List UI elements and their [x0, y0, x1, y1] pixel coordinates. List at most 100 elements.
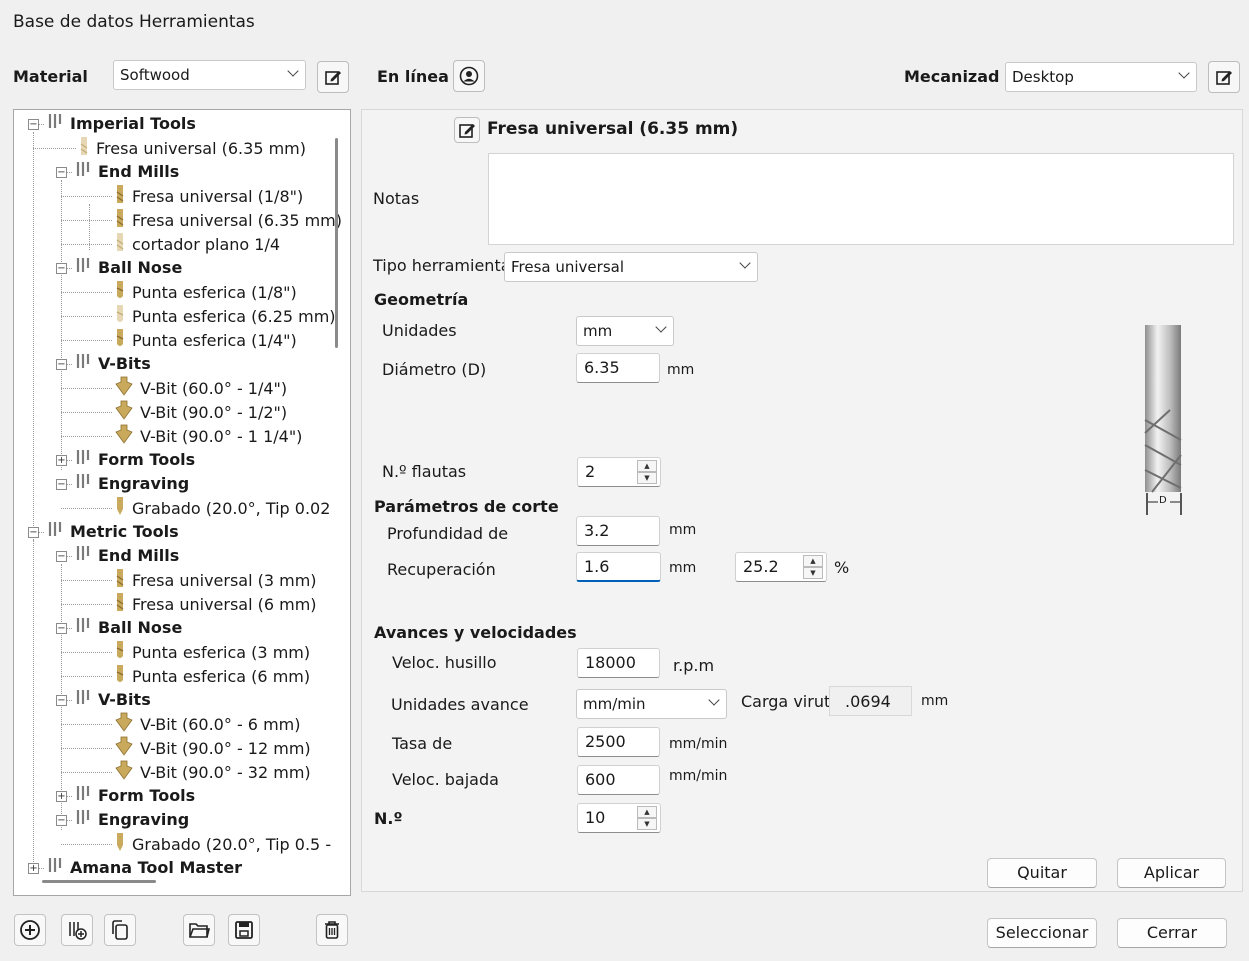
tree-item[interactable]: Grabado (20.0°, Tip 0.5 -: [114, 832, 331, 856]
open-database-button[interactable]: [183, 914, 215, 946]
online-account-button[interactable]: [453, 60, 485, 92]
collapse-icon[interactable]: −: [28, 119, 39, 130]
tree-group[interactable]: Engraving: [74, 808, 189, 832]
tree-item[interactable]: Fresa universal (1/8"): [114, 184, 303, 208]
tree-item-label: End Mills: [98, 546, 180, 565]
tree-group[interactable]: Metric Tools: [46, 520, 179, 544]
spin-down-icon[interactable]: ▼: [637, 818, 657, 830]
tree-item[interactable]: Fresa universal (6.35 mm): [114, 208, 342, 232]
feed-rate-input[interactable]: 2500: [577, 727, 660, 757]
spindle-input[interactable]: 18000: [577, 648, 660, 678]
tree-group[interactable]: Ball Nose: [74, 256, 182, 280]
units-select[interactable]: mm: [576, 316, 674, 346]
collapse-icon[interactable]: −: [56, 263, 67, 274]
remove-button[interactable]: Quitar: [987, 858, 1097, 888]
tree-item[interactable]: Punta esferica (3 mm): [114, 640, 310, 664]
add-tool-button[interactable]: [14, 914, 46, 946]
tree-horizontal-scrollbar[interactable]: [42, 880, 156, 883]
notes-textarea[interactable]: [488, 153, 1234, 245]
tree-group[interactable]: Engraving: [74, 472, 189, 496]
tool-type-select[interactable]: Fresa universal: [504, 252, 758, 282]
feed-units-select[interactable]: mm/min: [576, 689, 727, 719]
tree-group[interactable]: Amana Tool Master: [46, 856, 242, 880]
user-circle-icon: [459, 66, 479, 86]
edit-tool-name-button[interactable]: [454, 117, 480, 143]
tree-item[interactable]: V-Bit (90.0° - 1/2"): [114, 400, 287, 424]
stepover-percent-spinner[interactable]: ▲ ▼: [803, 555, 823, 580]
select-button[interactable]: Seleccionar: [987, 918, 1097, 948]
plunge-input[interactable]: 600: [577, 765, 660, 795]
tree-item-label: Punta esferica (6.25 mm): [132, 307, 336, 326]
apply-button[interactable]: Aplicar: [1117, 858, 1226, 888]
spin-up-icon[interactable]: ▲: [637, 460, 657, 472]
tree-item-label: Imperial Tools: [70, 114, 196, 133]
tree-item[interactable]: V-Bit (90.0° - 1 1/4"): [114, 424, 302, 448]
copy-tool-button[interactable]: [104, 914, 136, 946]
tree-group[interactable]: Form Tools: [74, 448, 195, 472]
depth-label: Profundidad de: [387, 524, 509, 543]
trash-icon: [325, 921, 339, 939]
tree-item[interactable]: Punta esferica (6.25 mm): [114, 304, 336, 328]
tool-number-input[interactable]: 10 ▲ ▼: [577, 803, 661, 833]
tree-item[interactable]: Fresa universal (3 mm): [114, 568, 317, 592]
tree-item-label: Punta esferica (1/8"): [132, 283, 297, 302]
stepover-percent-input[interactable]: 25.2 ▲ ▼: [735, 552, 827, 582]
tree-item[interactable]: Fresa universal (6 mm): [114, 592, 317, 616]
tree-item[interactable]: Punta esferica (1/4"): [114, 328, 297, 352]
edit-machining-button[interactable]: [1208, 61, 1240, 93]
tree-item-label: Fresa universal (6 mm): [132, 595, 317, 614]
diameter-unit: mm: [667, 362, 695, 378]
spin-up-icon[interactable]: ▲: [803, 555, 823, 567]
stepover-input[interactable]: 1.6: [576, 552, 661, 582]
engraving-icon: [114, 496, 126, 523]
spin-up-icon[interactable]: ▲: [637, 806, 657, 818]
tree-item[interactable]: Fresa universal (6.35 mm): [78, 136, 306, 160]
feed-rate-label: Tasa de: [392, 734, 453, 753]
collapse-icon[interactable]: −: [56, 167, 67, 178]
tool-tree[interactable]: Imperial Tools − Fresa universal (6.35 mm)…: [13, 109, 351, 896]
tree-group[interactable]: V-Bits: [74, 688, 151, 712]
flutes-value: 2: [585, 462, 596, 481]
collapse-icon[interactable]: −: [56, 695, 67, 706]
expand-icon[interactable]: +: [56, 791, 67, 802]
expand-icon[interactable]: +: [56, 455, 67, 466]
collapse-icon[interactable]: −: [56, 815, 67, 826]
flutes-spinner[interactable]: ▲ ▼: [637, 460, 657, 485]
tree-item-label: Fresa universal (1/8"): [132, 187, 304, 206]
spin-down-icon[interactable]: ▼: [803, 567, 823, 579]
diameter-input[interactable]: 6.35: [576, 353, 660, 383]
tree-group[interactable]: Ball Nose: [74, 616, 182, 640]
collapse-icon[interactable]: −: [56, 551, 67, 562]
close-button[interactable]: Cerrar: [1117, 918, 1227, 948]
material-select[interactable]: Softwood: [113, 60, 306, 90]
expand-icon[interactable]: +: [28, 863, 39, 874]
collapse-icon[interactable]: −: [56, 479, 67, 490]
tree-item[interactable]: cortador plano 1/4: [114, 232, 280, 256]
tree-item[interactable]: V-Bit (60.0° - 1/4"): [114, 376, 287, 400]
tree-group[interactable]: V-Bits: [74, 352, 151, 376]
tree-item[interactable]: Grabado (20.0°, Tip 0.02: [114, 496, 330, 520]
edit-material-button[interactable]: [317, 61, 349, 93]
tree-item[interactable]: Punta esferica (1/8"): [114, 280, 297, 304]
tree-vertical-scrollbar[interactable]: [335, 138, 338, 348]
save-database-button[interactable]: [228, 914, 260, 946]
tool-number-spinner[interactable]: ▲ ▼: [637, 806, 657, 831]
machining-select[interactable]: Desktop: [1005, 62, 1197, 92]
add-group-button[interactable]: [61, 914, 93, 946]
tree-group[interactable]: End Mills: [74, 160, 179, 184]
tree-item-label: Metric Tools: [70, 522, 179, 541]
tree-group[interactable]: End Mills: [74, 544, 179, 568]
collapse-icon[interactable]: −: [56, 359, 67, 370]
delete-tool-button[interactable]: [316, 914, 348, 946]
collapse-icon[interactable]: −: [28, 527, 39, 538]
flutes-input[interactable]: 2 ▲ ▼: [577, 457, 661, 487]
tree-item[interactable]: V-Bit (90.0° - 12 mm): [114, 736, 311, 760]
tree-group[interactable]: Form Tools: [74, 784, 195, 808]
depth-input[interactable]: 3.2: [576, 516, 660, 546]
tree-item[interactable]: Punta esferica (6 mm): [114, 664, 310, 688]
tree-item[interactable]: V-Bit (60.0° - 6 mm): [114, 712, 300, 736]
spin-down-icon[interactable]: ▼: [637, 472, 657, 484]
tree-group[interactable]: Imperial Tools: [46, 112, 196, 136]
tree-item[interactable]: V-Bit (90.0° - 32 mm): [114, 760, 311, 784]
collapse-icon[interactable]: −: [56, 623, 67, 634]
